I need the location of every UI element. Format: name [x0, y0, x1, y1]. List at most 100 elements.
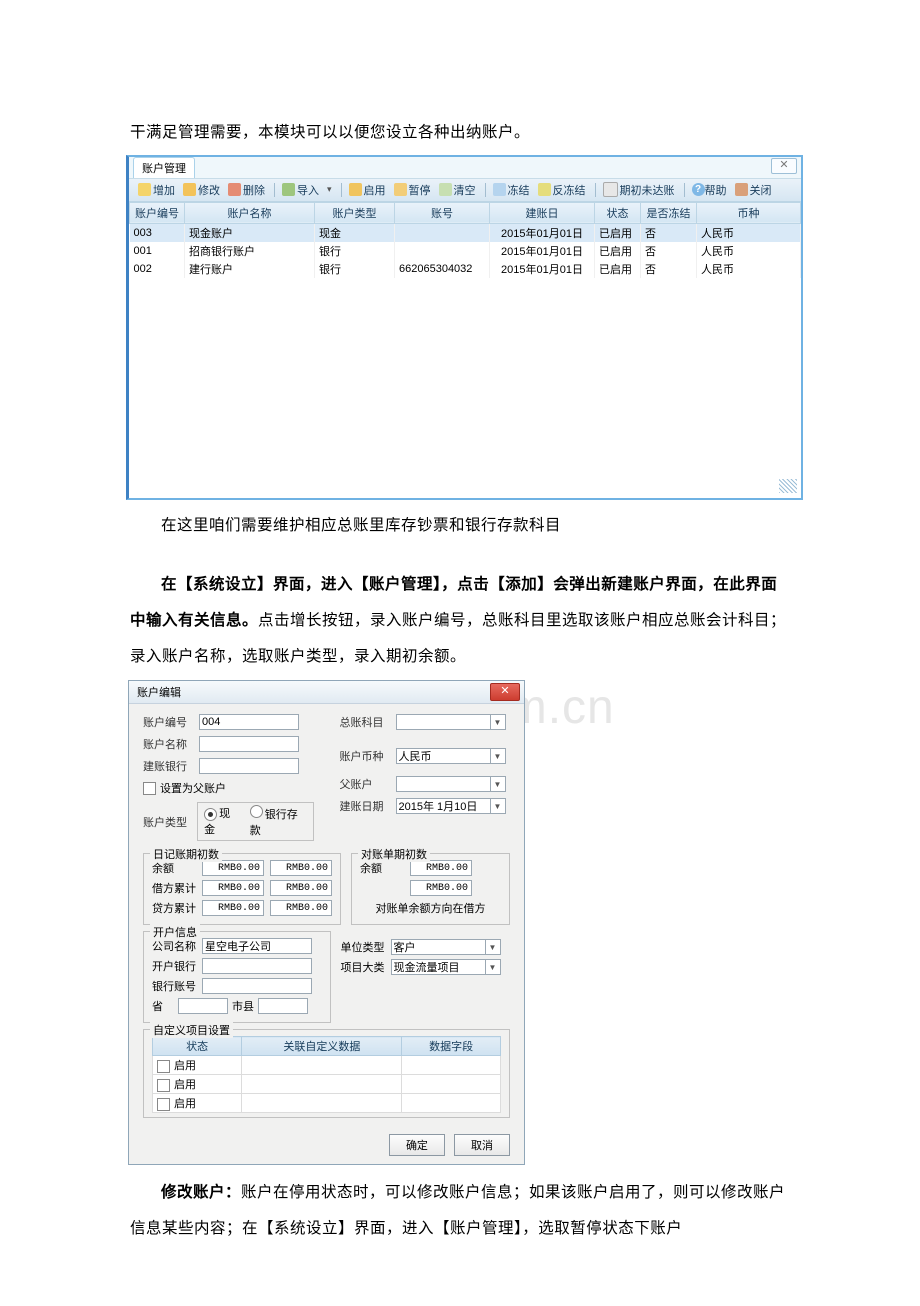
cancel-button[interactable]: 取消 — [454, 1134, 510, 1156]
table-cell — [402, 1056, 501, 1075]
label-parent: 父账户 — [340, 776, 396, 792]
journal-debit-input-2[interactable] — [270, 880, 332, 896]
table-cell: 否 — [641, 260, 697, 278]
table-row[interactable]: 启用 — [153, 1075, 501, 1094]
gl-combo[interactable]: ▼ — [396, 714, 506, 730]
paragraph-add-account: 在【系统设立】界面，进入【账户管理】，点击【添加】会弹出新建账户界面，在此界面中… — [130, 567, 790, 674]
chevron-down-icon: ▼ — [490, 777, 505, 791]
edit-button[interactable]: 修改 — [180, 181, 223, 199]
open-bank-input[interactable] — [202, 958, 312, 974]
add-icon — [138, 183, 151, 196]
table-cell: 银行 — [315, 242, 395, 260]
add-button[interactable]: 增加 — [135, 181, 178, 199]
journal-debit-input[interactable] — [202, 880, 264, 896]
enable-checkbox[interactable] — [157, 1060, 170, 1073]
clear-button[interactable]: 清空 — [436, 181, 479, 199]
enable-checkbox[interactable] — [157, 1079, 170, 1092]
city-input[interactable] — [258, 998, 308, 1014]
radio-deposit[interactable]: 银行存款 — [250, 805, 307, 838]
province-input[interactable] — [178, 998, 228, 1014]
table-cell: 已启用 — [595, 260, 641, 278]
table-cell: 人民币 — [697, 260, 801, 278]
help-button[interactable]: ?帮助 — [689, 181, 730, 199]
label-date: 建账日期 — [340, 798, 396, 814]
pause-button[interactable]: 暂停 — [391, 181, 434, 199]
company-name-input[interactable] — [202, 938, 312, 954]
column-header[interactable]: 是否冻结 — [641, 202, 697, 223]
bank-account-input[interactable] — [202, 978, 312, 994]
dialog-title: 账户编辑 — [137, 684, 181, 700]
table-row[interactable]: 003现金账户现金2015年01月01日已启用否人民币 — [130, 223, 801, 242]
column-header[interactable]: 建账日 — [490, 202, 595, 223]
table-cell: 2015年01月01日 — [490, 260, 595, 278]
unfreeze-button[interactable]: 反冻结 — [535, 181, 589, 199]
column-header: 关联自定义数据 — [242, 1037, 402, 1056]
table-cell — [242, 1094, 402, 1113]
column-header[interactable]: 账户名称 — [185, 202, 315, 223]
recon-value-input[interactable] — [410, 880, 472, 896]
table-cell — [402, 1075, 501, 1094]
column-header[interactable]: 币种 — [697, 202, 801, 223]
journal-balance-input-2[interactable] — [270, 860, 332, 876]
journal-credit-input-2[interactable] — [270, 900, 332, 916]
import-icon — [282, 183, 295, 196]
window-close-button[interactable]: ✕ — [771, 158, 797, 174]
journal-credit-input[interactable] — [202, 900, 264, 916]
delete-button[interactable]: 删除 — [225, 181, 268, 199]
account-name-input[interactable] — [199, 736, 299, 752]
parent-account-combo[interactable]: ▼ — [396, 776, 506, 792]
account-code-input[interactable] — [199, 714, 299, 730]
enable-button[interactable]: 启用 — [346, 181, 389, 199]
label-bank: 建账银行 — [143, 758, 199, 774]
table-row[interactable]: 002建行账户银行6620653040322015年01月01日已启用否人民币 — [130, 260, 801, 278]
table-cell: 建行账户 — [185, 260, 315, 278]
table-cell: 人民币 — [697, 242, 801, 260]
table-cell: 662065304032 — [395, 260, 490, 278]
resize-grip[interactable] — [779, 479, 797, 493]
import-button[interactable]: 导入 — [279, 181, 322, 199]
column-header[interactable]: 状态 — [595, 202, 641, 223]
paragraph-intro: 干满足管理需要，本模块可以以便您设立各种出纳账户。 — [130, 115, 790, 151]
ok-button[interactable]: 确定 — [389, 1134, 445, 1156]
table-cell: 002 — [130, 260, 185, 278]
clear-icon — [439, 183, 452, 196]
table-row[interactable]: 启用 — [153, 1056, 501, 1075]
table-row[interactable]: 启用 — [153, 1094, 501, 1113]
unit-type-combo[interactable]: 客户▼ — [391, 939, 501, 955]
freeze-button[interactable]: 冻结 — [490, 181, 533, 199]
paragraph-after-table: 在这里咱们需要维护相应总账里库存钞票和银行存款科目 — [130, 508, 790, 544]
table-cell: 银行 — [315, 260, 395, 278]
status-cell[interactable]: 启用 — [153, 1075, 242, 1094]
chevron-down-icon: ▼ — [485, 940, 500, 954]
currency-combo[interactable]: 人民币▼ — [396, 748, 506, 764]
account-bank-input[interactable] — [199, 758, 299, 774]
close-button[interactable]: 关闭 — [732, 181, 775, 199]
group-custom-items: 自定义项目设置 状态关联自定义数据数据字段 启用启用启用 — [143, 1029, 510, 1118]
column-header[interactable]: 账户类型 — [315, 202, 395, 223]
recon-note: 对账单余额方向在借方 — [376, 900, 486, 916]
dialog-close-button[interactable]: ✕ — [490, 683, 520, 701]
column-header: 数据字段 — [402, 1037, 501, 1056]
journal-balance-input[interactable] — [202, 860, 264, 876]
project-type-combo[interactable]: 现金流量项目▼ — [391, 959, 501, 975]
enable-checkbox[interactable] — [157, 1098, 170, 1111]
custom-items-table: 状态关联自定义数据数据字段 启用启用启用 — [152, 1036, 501, 1113]
group-open-info: 开户信息 公司名称 开户银行 银行账号 省 市县 — [143, 931, 331, 1023]
column-header[interactable]: 账户编号 — [130, 202, 185, 223]
tab-account-management[interactable]: 账户管理 — [133, 157, 195, 178]
status-cell[interactable]: 启用 — [153, 1056, 242, 1075]
set-parent-checkbox[interactable] — [143, 782, 156, 795]
recon-balance-input[interactable] — [410, 860, 472, 876]
label-name: 账户名称 — [143, 736, 199, 752]
init-pending-button[interactable]: 期初未达账 — [600, 181, 678, 199]
import-dropdown[interactable]: ▾ — [324, 183, 335, 196]
status-cell[interactable]: 启用 — [153, 1094, 242, 1113]
label-type: 账户类型 — [143, 814, 197, 830]
table-cell: 003 — [130, 223, 185, 242]
chevron-down-icon: ▼ — [490, 715, 505, 729]
chevron-down-icon: ▼ — [485, 960, 500, 974]
table-row[interactable]: 001招商银行账户银行2015年01月01日已启用否人民币 — [130, 242, 801, 260]
date-picker[interactable]: 2015年 1月10日▼ — [396, 798, 506, 814]
radio-cash[interactable]: 现金 — [204, 805, 240, 838]
column-header[interactable]: 账号 — [395, 202, 490, 223]
